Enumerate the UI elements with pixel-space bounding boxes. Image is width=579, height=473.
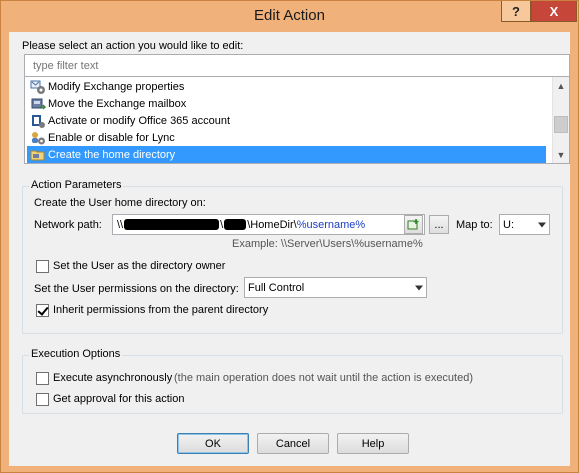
inherit-label[interactable]: Inherit permissions from the parent dire… [53,304,268,316]
redacted-share-name [224,219,247,230]
chevron-down-icon [538,222,546,227]
scroll-up-arrow-icon[interactable]: ▲ [553,77,569,94]
async-note: (the main operation does not wait until … [174,372,474,384]
map-to-label: Map to: [456,219,493,231]
execution-options-title: Execution Options [29,348,123,360]
list-item[interactable]: Enable or disable for Lync [27,129,546,146]
list-item[interactable]: Activate or modify Office 365 account [27,112,546,129]
chevron-down-icon [415,285,423,290]
filter-input[interactable] [25,55,569,76]
help-title-button[interactable]: ? [501,1,531,22]
network-path-mid: \HomeDir\ [247,218,297,231]
close-button[interactable]: X [531,1,577,22]
mailbox-move-icon [31,98,46,109]
help-button[interactable]: Help [337,433,409,454]
action-label: Enable or disable for Lync [48,131,175,144]
map-to-select[interactable]: U: [499,214,550,235]
action-label: Create the home directory [48,148,176,161]
ok-button[interactable]: OK [177,433,249,454]
inherit-checkbox[interactable] [36,304,49,317]
network-path-label: Network path: [34,219,102,231]
cancel-button[interactable]: Cancel [257,433,329,454]
action-label: Activate or modify Office 365 account [48,114,230,127]
exchange-gear-icon [30,80,45,94]
permissions-label: Set the User permissions on the director… [34,283,239,295]
approval-checkbox[interactable] [36,393,49,406]
browse-label: ... [434,218,444,231]
username-variable: %username% [296,218,366,231]
action-list[interactable]: Modify Exchange properties Move the Exch… [24,76,570,164]
action-label: Move the Exchange mailbox [48,97,187,110]
list-scrollbar[interactable]: ▲ ▼ [552,77,569,163]
permissions-value: Full Control [248,281,305,294]
filter-box[interactable] [24,54,570,76]
title-bar[interactable]: Edit Action ? X [1,1,578,32]
add-property-icon [407,219,419,230]
edit-action-dialog: Edit Action ? X Please select an action … [0,0,579,473]
owner-label[interactable]: Set the User as the directory owner [53,260,225,272]
async-checkbox[interactable] [36,372,49,385]
lync-icon [32,131,45,144]
execution-options-group: Execution Options [22,348,563,414]
select-action-prompt: Please select an action you would like t… [22,40,244,52]
map-to-value: U: [503,218,514,231]
home-directory-intro: Create the User home directory on: [34,197,206,209]
permissions-select[interactable]: Full Control [244,277,427,298]
action-parameters-title: Action Parameters [29,179,124,191]
help-icon: ? [512,3,520,19]
approval-label[interactable]: Get approval for this action [53,393,184,405]
list-item[interactable]: Move the Exchange mailbox [27,95,546,112]
office365-icon [32,114,45,128]
network-path-prefix: \\ [117,218,124,231]
list-item[interactable]: Modify Exchange properties [27,78,546,95]
network-path-field[interactable]: \\ \ \HomeDir\ %username% [112,214,425,235]
list-item-selected[interactable]: Create the home directory [27,146,546,163]
network-path-example: Example: \\Server\Users\%username% [232,238,423,250]
redacted-server-name [124,219,220,230]
scroll-thumb[interactable] [554,116,568,133]
scroll-down-arrow-icon[interactable]: ▼ [553,146,569,163]
close-icon: X [549,3,559,19]
dialog-title: Edit Action [254,7,325,24]
async-label[interactable]: Execute asynchronously [53,372,172,384]
dialog-body: Please select an action you would like t… [9,32,570,466]
folder-icon [30,150,45,160]
action-label: Modify Exchange properties [48,80,185,93]
insert-variable-button[interactable] [404,215,423,234]
owner-checkbox[interactable] [36,260,49,273]
network-path-sep: \ [220,218,224,231]
browse-button[interactable]: ... [429,215,449,234]
